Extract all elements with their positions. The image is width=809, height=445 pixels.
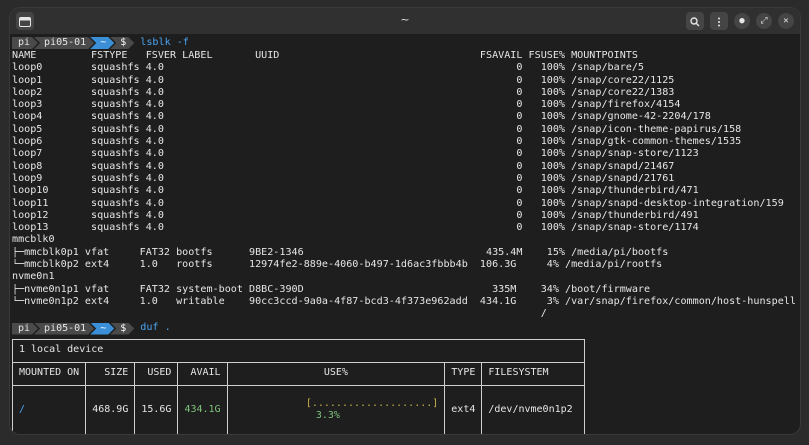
- lsblk-row: └─nvme0n1p2 ext4 1.0 writable 90cc3ccd-9…: [12, 295, 796, 307]
- duf-header: AVAIL: [177, 361, 228, 386]
- duf-header: FILESYSTEM: [481, 361, 586, 386]
- lsblk-row: loop0 squashfs 4.0 0 100% /snap/bare/5: [12, 62, 645, 74]
- duf-header: MOUNTED ON: [11, 361, 87, 386]
- duf-used: 15.6G: [134, 384, 179, 434]
- lsblk-row: loop12 squashfs 4.0 0 100% /snap/thunder…: [12, 209, 699, 221]
- lsblk-row: loop9 squashfs 4.0 0 100% /snap/snapd/21…: [12, 172, 675, 184]
- duf-header: TYPE: [444, 361, 483, 386]
- lsblk-row: mmcblk0: [12, 234, 55, 246]
- prompt-user: pi: [12, 37, 38, 49]
- lsblk-row: loop2 squashfs 4.0 0 100% /snap/core22/1…: [12, 86, 675, 98]
- duf-type: ext4: [444, 384, 483, 434]
- duf-size: 468.9G: [85, 384, 136, 434]
- terminal-window: ~ ● ⤢ ✕ pi pi05-01 ~ $ lsblk -f NAME FST…: [10, 8, 800, 434]
- duf-mounted-on: /: [11, 384, 87, 434]
- search-button[interactable]: [686, 12, 704, 30]
- lsblk-row: ├─mmcblk0p1 vfat FAT32 bootfs 9BE2-1346 …: [12, 246, 669, 258]
- duf-header: USED: [134, 361, 179, 386]
- minimize-icon: ●: [739, 15, 745, 26]
- prompt-host: pi05-01: [34, 323, 94, 335]
- terminal-output[interactable]: pi pi05-01 ~ $ lsblk -f NAME FSTYPE FSVE…: [11, 35, 798, 434]
- prompt-user: pi: [12, 323, 38, 335]
- command-text: lsblk -f: [140, 36, 189, 48]
- menu-button[interactable]: [710, 12, 728, 30]
- lsblk-row: loop8 squashfs 4.0 0 100% /snap/snapd/21…: [12, 160, 675, 172]
- duf-filesystem: /dev/nvme0n1p2: [481, 384, 586, 434]
- search-icon: [690, 12, 700, 31]
- close-button[interactable]: ✕: [778, 13, 794, 29]
- lsblk-row: ├─nvme0n1p1 vfat FAT32 system-boot D8BC-…: [12, 283, 651, 295]
- command-text: duf .: [140, 322, 171, 334]
- window-title: ~: [400, 13, 410, 26]
- lsblk-row: loop3 squashfs 4.0 0 100% /snap/firefox/…: [12, 99, 681, 111]
- duf-usage: [....................] 3.3%: [226, 384, 446, 434]
- lsblk-row: loop6 squashfs 4.0 0 100% /snap/gtk-comm…: [12, 136, 742, 148]
- duf-caption: 1 local device: [11, 338, 586, 363]
- duf-use-pct: 3.3%: [315, 410, 340, 422]
- duf-table: 1 local device MOUNTED ON SIZE USED AVAI…: [11, 338, 586, 434]
- minimize-button[interactable]: ●: [734, 13, 750, 29]
- lsblk-row: loop4 squashfs 4.0 0 100% /snap/gnome-42…: [12, 111, 711, 123]
- lsblk-row: loop11 squashfs 4.0 0 100% /snap/snapd-d…: [12, 197, 784, 209]
- lsblk-row: loop10 squashfs 4.0 0 100% /snap/thunder…: [12, 185, 699, 197]
- duf-usage-bar: [....................]: [305, 397, 439, 409]
- lsblk-row: loop5 squashfs 4.0 0 100% /snap/icon-the…: [12, 123, 742, 135]
- duf-row: / 468.9G 15.6G 434.1G [.................…: [11, 384, 586, 434]
- lsblk-row: loop7 squashfs 4.0 0 100% /snap/snap-sto…: [12, 148, 699, 160]
- title-bar: ~ ● ⤢ ✕: [10, 8, 800, 34]
- lsblk-row: └─mmcblk0p2 ext4 1.0 rootfs 12974fe2-889…: [12, 259, 663, 271]
- lsblk-row: loop1 squashfs 4.0 0 100% /snap/core22/1…: [12, 74, 675, 86]
- lsblk-row: nvme0n1: [12, 271, 55, 283]
- kebab-menu-icon: [717, 12, 721, 31]
- duf-header: SIZE: [85, 361, 136, 386]
- lsblk-row: /: [12, 308, 547, 320]
- lsblk-header: NAME FSTYPE FSVER LABEL UUID FSAVAIL FSU…: [12, 50, 638, 61]
- prompt-line: pi pi05-01 ~ $ lsblk -f: [12, 36, 798, 50]
- prompt-host: pi05-01: [34, 37, 94, 49]
- duf-header: USE%: [226, 361, 446, 386]
- duf-avail: 434.1G: [177, 384, 228, 434]
- duf-header-row: MOUNTED ON SIZE USED AVAIL USE% TYPE FIL…: [11, 361, 586, 386]
- prompt-line: pi pi05-01 ~ $ duf .: [12, 322, 798, 336]
- lsblk-row: loop13 squashfs 4.0 0 100% /snap/snap-st…: [12, 222, 699, 234]
- lsblk-output: loop0 squashfs 4.0 0 100% /snap/bare/5 lo…: [12, 62, 798, 320]
- duf-output: 1 local device MOUNTED ON SIZE USED AVAI…: [11, 338, 798, 434]
- maximize-icon: ⤢: [760, 15, 768, 26]
- close-icon: ✕: [783, 15, 789, 26]
- maximize-button[interactable]: ⤢: [756, 13, 772, 29]
